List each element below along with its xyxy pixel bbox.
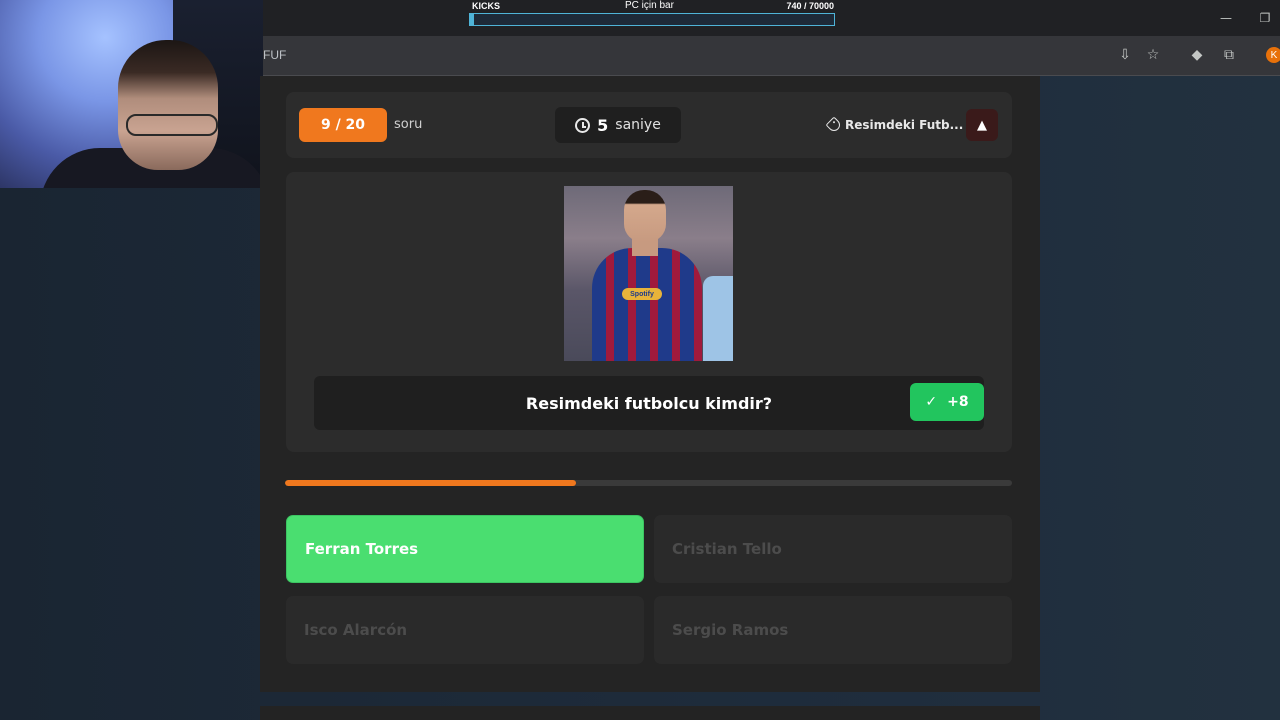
minimize-icon[interactable]: — xyxy=(1216,8,1236,28)
category-text: Resimdeki Futb... xyxy=(845,118,964,132)
category-label: Resimdeki Futb... xyxy=(825,116,964,134)
answer-label: Isco Alarcón xyxy=(304,621,408,639)
points-value: +8 xyxy=(947,394,969,410)
photo-jersey xyxy=(592,248,702,361)
answer-label: Sergio Ramos xyxy=(672,621,789,639)
kicks-goal-overlay: KICKS PC için bar 740 / 70000 xyxy=(468,0,838,28)
photo-sponsor-logo: Spotify xyxy=(622,288,662,300)
answer-option-1[interactable]: Ferran Torres xyxy=(286,515,644,583)
question-counter-suffix: soru xyxy=(394,117,423,132)
address-text[interactable]: FUF xyxy=(263,48,286,62)
timer-unit: saniye xyxy=(615,117,661,133)
kicks-label: KICKS xyxy=(472,1,501,11)
timer-value: 5 xyxy=(597,115,609,135)
tag-icon xyxy=(825,116,843,134)
kicks-progress-bar xyxy=(469,13,835,26)
profile-avatar[interactable]: K xyxy=(1266,47,1280,63)
quiz-progress-track xyxy=(285,480,1012,486)
question-text: Resimdeki futbolcu kimdir? xyxy=(525,394,773,413)
answer-option-4[interactable]: Sergio Ramos xyxy=(654,596,1012,664)
check-icon: ✓ xyxy=(925,394,938,410)
question-counter-badge: 9 / 20 xyxy=(299,108,387,142)
photo-background-player xyxy=(703,276,733,361)
report-button[interactable]: ▲ xyxy=(966,109,998,141)
kicks-progress-fill xyxy=(470,14,474,25)
webcam-glasses xyxy=(126,114,218,136)
clock-icon xyxy=(575,117,591,133)
extension-diamond-icon[interactable]: ◆ xyxy=(1188,46,1206,64)
kicks-count: 740 / 70000 xyxy=(786,1,834,11)
answer-option-3[interactable]: Isco Alarcón xyxy=(286,596,644,664)
player-photo: Spotify xyxy=(564,186,733,361)
next-panel-edge xyxy=(260,706,1040,720)
restore-icon[interactable]: ❐ xyxy=(1255,8,1275,28)
photo-face xyxy=(624,190,666,242)
answer-label: Cristian Tello xyxy=(672,540,782,558)
warning-icon: ▲ xyxy=(977,117,987,133)
quiz-progress-fill xyxy=(285,480,576,486)
answer-option-2[interactable]: Cristian Tello xyxy=(654,515,1012,583)
kicks-title: PC için bar xyxy=(625,0,674,11)
webcam-person-head xyxy=(118,40,218,170)
puzzle-icon[interactable]: ⧉ xyxy=(1220,46,1238,64)
webcam-overlay xyxy=(0,0,263,188)
points-badge: ✓ +8 xyxy=(910,383,984,421)
answer-label: Ferran Torres xyxy=(305,540,419,558)
timer: 5 saniye xyxy=(555,107,681,143)
install-icon[interactable]: ⇩ xyxy=(1116,46,1134,64)
star-icon[interactable]: ☆ xyxy=(1144,46,1162,64)
